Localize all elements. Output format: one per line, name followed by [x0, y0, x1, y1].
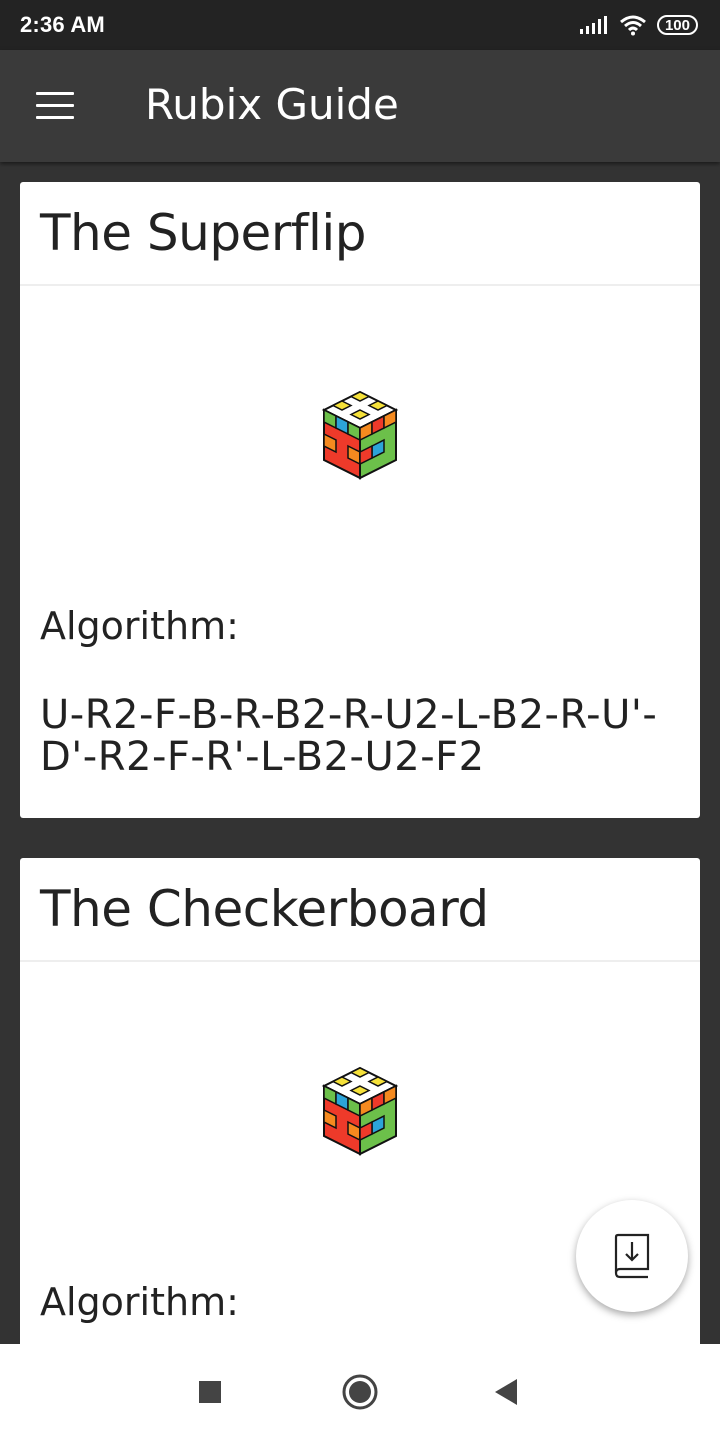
status-time: 2:36 AM: [20, 12, 105, 37]
algorithm-text: U-R2-F-B-R-B2-R-U2-L-B2-R-U'-D'-R2-F-R'-…: [40, 692, 658, 780]
app-title: Rubix Guide: [145, 80, 399, 129]
back-icon[interactable]: [486, 1372, 526, 1412]
card-title: The Checkerboard: [40, 880, 489, 938]
app-bar: Rubix Guide: [0, 50, 720, 162]
download-guide-button[interactable]: [576, 1200, 688, 1312]
rubiks-cube-icon: [321, 1066, 399, 1156]
card-header: The Checkerboard: [20, 858, 700, 962]
signal-icon: [579, 16, 607, 34]
rubiks-cube-icon: [321, 390, 399, 480]
status-icons: 100: [579, 14, 698, 36]
navigation-bar: [0, 1344, 720, 1440]
battery-level: 100: [664, 16, 690, 34]
algorithm-label: Algorithm:: [40, 604, 239, 648]
recents-icon[interactable]: [190, 1372, 230, 1412]
cube-image-area: [20, 286, 700, 604]
menu-icon[interactable]: [36, 92, 76, 120]
status-bar: 2:36 AM 100: [0, 0, 720, 50]
home-icon[interactable]: [340, 1372, 380, 1412]
card-title: The Superflip: [40, 204, 367, 262]
card-header: The Superflip: [20, 182, 700, 286]
wifi-icon: [620, 15, 646, 36]
book-download-icon: [614, 1233, 650, 1279]
algorithm-card-superflip: The Superflip Algorithm: U-R2-F-B-R-B2-R…: [20, 182, 700, 818]
battery-icon: 100: [656, 15, 698, 35]
